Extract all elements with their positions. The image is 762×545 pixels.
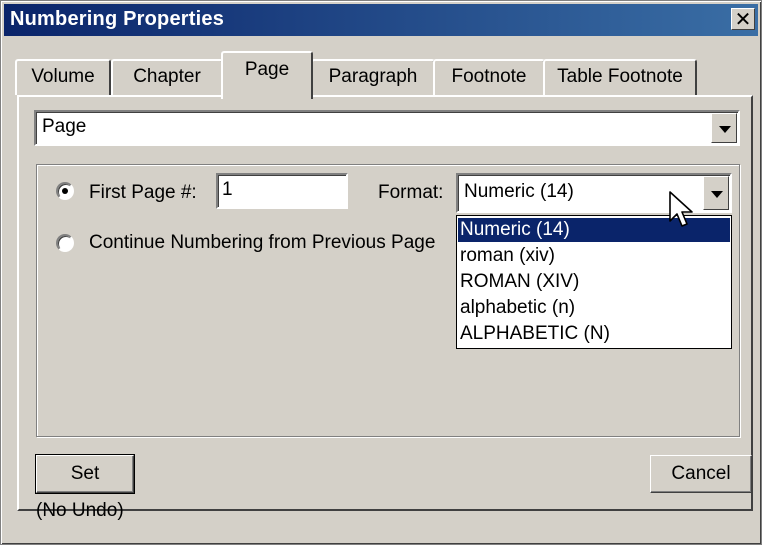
numbering-properties-dialog: Numbering Properties ✕ Volume Chapter Pa… [0, 0, 762, 545]
format-label: Format: [378, 182, 444, 203]
tab-volume[interactable]: Volume [15, 59, 111, 95]
tab-page[interactable]: Page [221, 51, 313, 99]
set-button[interactable]: Set [35, 454, 135, 494]
no-undo-note: (No Undo) [36, 500, 124, 521]
first-page-radio[interactable] [56, 182, 74, 200]
tab-table-footnote[interactable]: Table Footnote [543, 59, 697, 95]
tab-footnote[interactable]: Footnote [433, 59, 545, 95]
chevron-down-icon[interactable] [703, 176, 729, 210]
close-icon[interactable]: ✕ [731, 8, 755, 30]
first-page-number-input[interactable]: 1 [216, 173, 348, 209]
format-option-roman-upper[interactable]: ROMAN (XIV) [458, 270, 730, 294]
window-title: Numbering Properties [10, 8, 225, 30]
format-option-alphabetic-upper[interactable]: ALPHABETIC (N) [458, 322, 730, 346]
tab-chapter[interactable]: Chapter [111, 59, 223, 95]
scope-select-value: Page [42, 116, 87, 137]
continue-numbering-radio[interactable] [56, 234, 74, 252]
title-bar[interactable]: Numbering Properties ✕ [4, 4, 758, 36]
tab-strip: Volume Chapter Page Paragraph Footnote T… [15, 49, 755, 99]
format-dropdown-list: Numeric (14) roman (xiv) ROMAN (XIV) alp… [456, 215, 732, 349]
mouse-pointer-icon [669, 191, 693, 227]
first-page-label: First Page #: [89, 182, 197, 203]
scope-select[interactable]: Page [34, 110, 740, 146]
tab-paragraph[interactable]: Paragraph [311, 59, 435, 95]
format-select-value: Numeric (14) [464, 181, 574, 202]
cancel-button[interactable]: Cancel [650, 455, 752, 493]
chevron-down-icon[interactable] [711, 113, 737, 143]
first-page-number-value: 1 [222, 179, 233, 200]
format-option-alphabetic-lower[interactable]: alphabetic (n) [458, 296, 730, 320]
format-option-roman-lower[interactable]: roman (xiv) [458, 244, 730, 268]
continue-numbering-label: Continue Numbering from Previous Page [89, 232, 436, 253]
